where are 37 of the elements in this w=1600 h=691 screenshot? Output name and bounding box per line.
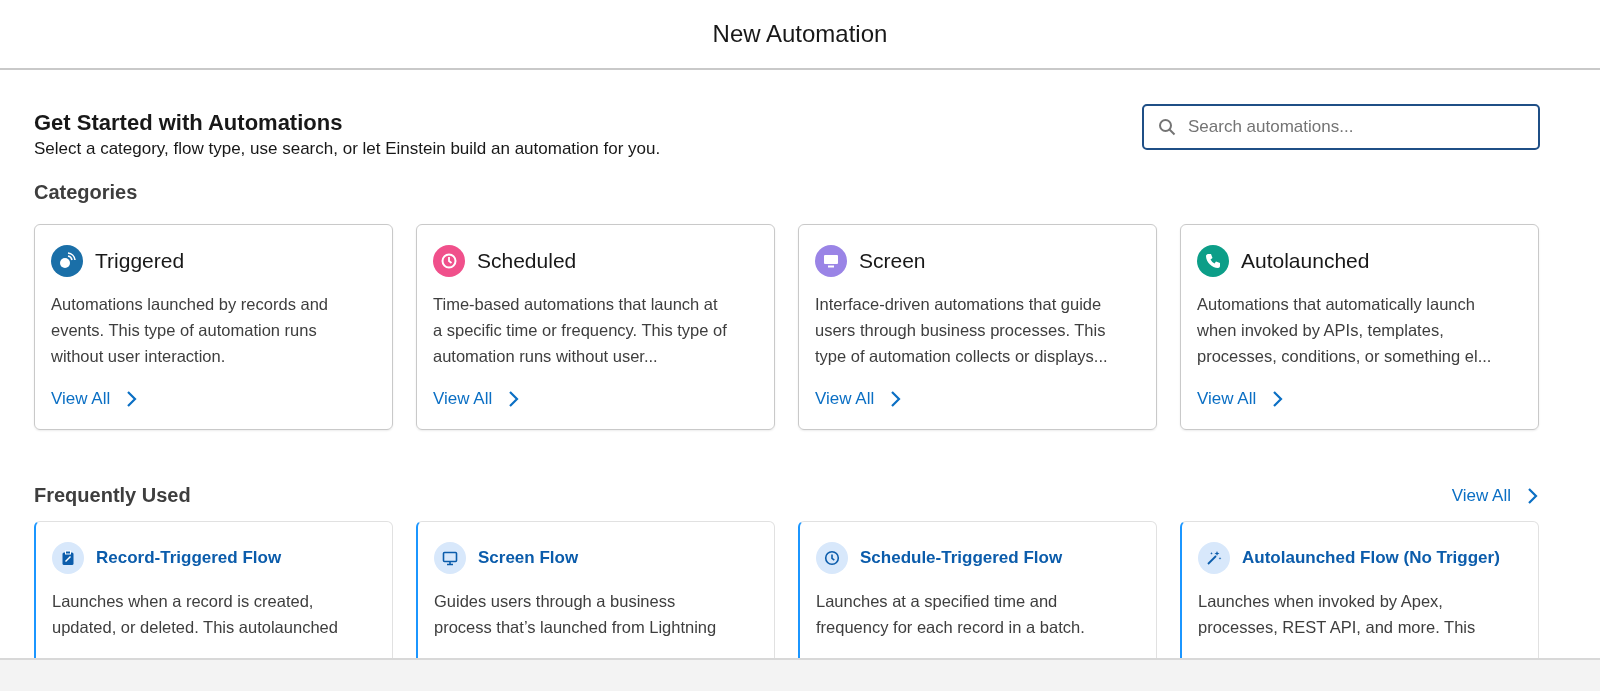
schedule-flow-icon bbox=[816, 542, 848, 574]
view-all-link[interactable]: View All bbox=[1451, 485, 1538, 506]
search-icon bbox=[1158, 118, 1176, 136]
chevron-right-icon bbox=[1272, 390, 1284, 408]
section-heading: Categories bbox=[34, 181, 139, 204]
view-all-link[interactable]: View All bbox=[51, 389, 138, 409]
chevron-right-icon bbox=[1527, 486, 1538, 505]
section-heading: Frequently Used bbox=[34, 484, 191, 507]
flow-title: Screen Flow bbox=[478, 548, 579, 568]
page-subtitle: Select a category, flow type, use search, or let Einstein build an automation for you. bbox=[34, 139, 661, 159]
category-description: Interface-driven automations that guide users through business processes. This type of automation collects or displays... bbox=[815, 294, 1109, 367]
category-description: Time-based automations that launch at a specific time or frequency. This type of automation runs without user... bbox=[433, 294, 728, 367]
category-description: Automations launched by records and events. This type of automation runs without user interaction. bbox=[51, 294, 329, 367]
category-title: Autolaunched bbox=[1241, 249, 1370, 273]
chevron-right-icon bbox=[890, 390, 902, 408]
category-title: Scheduled bbox=[477, 249, 577, 273]
flow-title: Record-Triggered Flow bbox=[96, 548, 282, 568]
record-flow-icon bbox=[52, 542, 84, 574]
view-all-link[interactable]: View All bbox=[433, 389, 520, 409]
flow-title: Autolaunched Flow (No Trigger) bbox=[1242, 548, 1500, 568]
chevron-right-icon bbox=[126, 390, 138, 408]
chevron-right-icon bbox=[508, 390, 520, 408]
category-title: Triggered bbox=[95, 249, 185, 273]
screen-flow-icon bbox=[434, 542, 466, 574]
autolaunched-flow-icon bbox=[1198, 542, 1230, 574]
view-all-link[interactable]: View All bbox=[1197, 389, 1284, 409]
flow-description: Guides users through a business process that’s launched from Lightning bbox=[434, 591, 718, 638]
category-description: Automations that automatically launch when invoked by APIs, templates, processes, conditions, or something el... bbox=[1197, 294, 1493, 367]
window-title: New Automation bbox=[712, 20, 888, 48]
category-title: Screen bbox=[859, 249, 926, 273]
flow-description: Launches at a specified time and frequency for each record in a batch. bbox=[816, 591, 1086, 638]
flow-title: Schedule-Triggered Flow bbox=[860, 548, 1063, 568]
search-field[interactable]: Search automations... bbox=[1142, 104, 1540, 150]
flow-description: Launches when invoked by Apex, processes, REST API, and more. This bbox=[1198, 591, 1477, 638]
page-heading: Get Started with Automations bbox=[34, 110, 344, 136]
flow-description: Launches when a record is created, updated, or deleted. This autolaunched bbox=[52, 591, 339, 638]
view-all-link[interactable]: View All bbox=[815, 389, 902, 409]
